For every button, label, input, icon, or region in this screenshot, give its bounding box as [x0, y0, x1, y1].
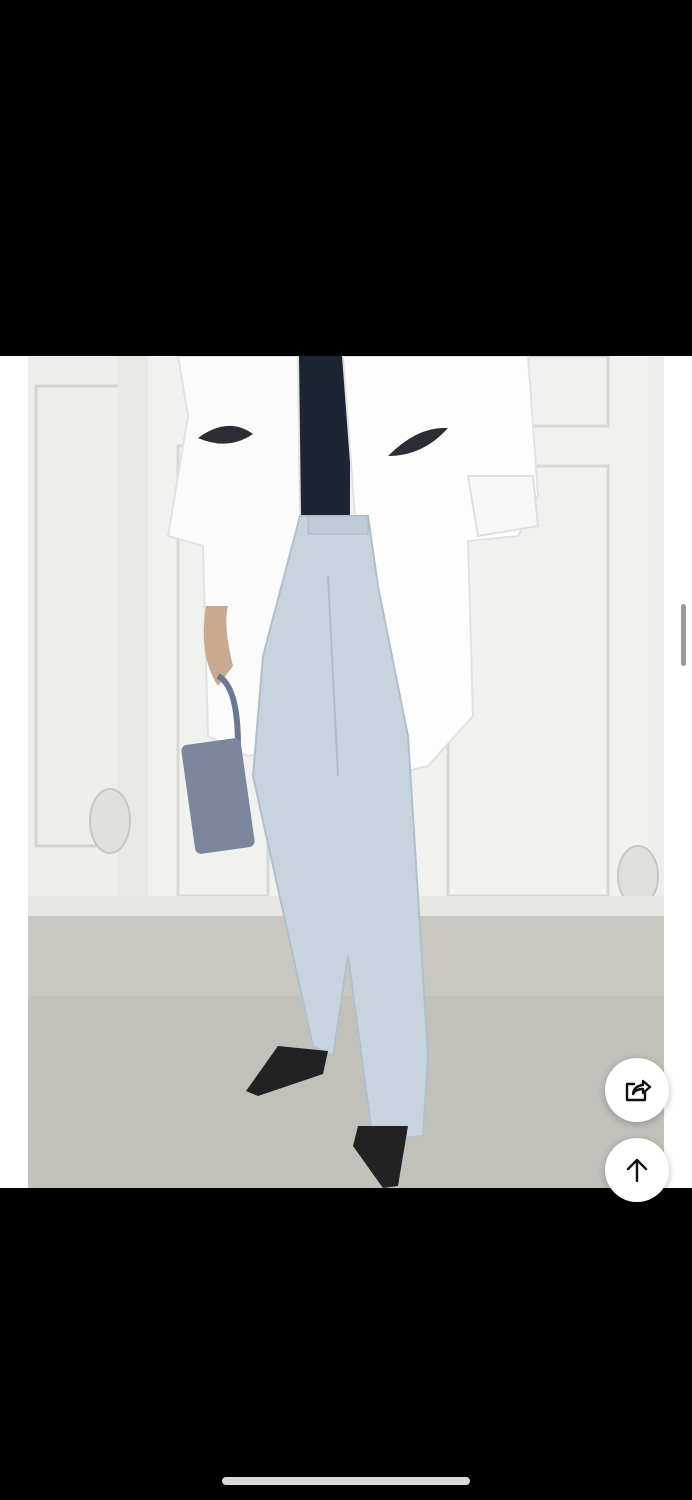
- product-photo[interactable]: [28, 356, 664, 1188]
- scrollbar-thumb[interactable]: [681, 604, 686, 666]
- product-image-frame: [0, 356, 692, 1188]
- arrow-up-icon: [623, 1156, 651, 1184]
- scroll-to-top-button[interactable]: [605, 1138, 669, 1202]
- outfit-photo-illustration: [28, 356, 664, 1188]
- share-icon: [621, 1074, 653, 1106]
- home-indicator[interactable]: [222, 1477, 470, 1485]
- share-button[interactable]: [605, 1058, 669, 1122]
- screen: [0, 0, 692, 1500]
